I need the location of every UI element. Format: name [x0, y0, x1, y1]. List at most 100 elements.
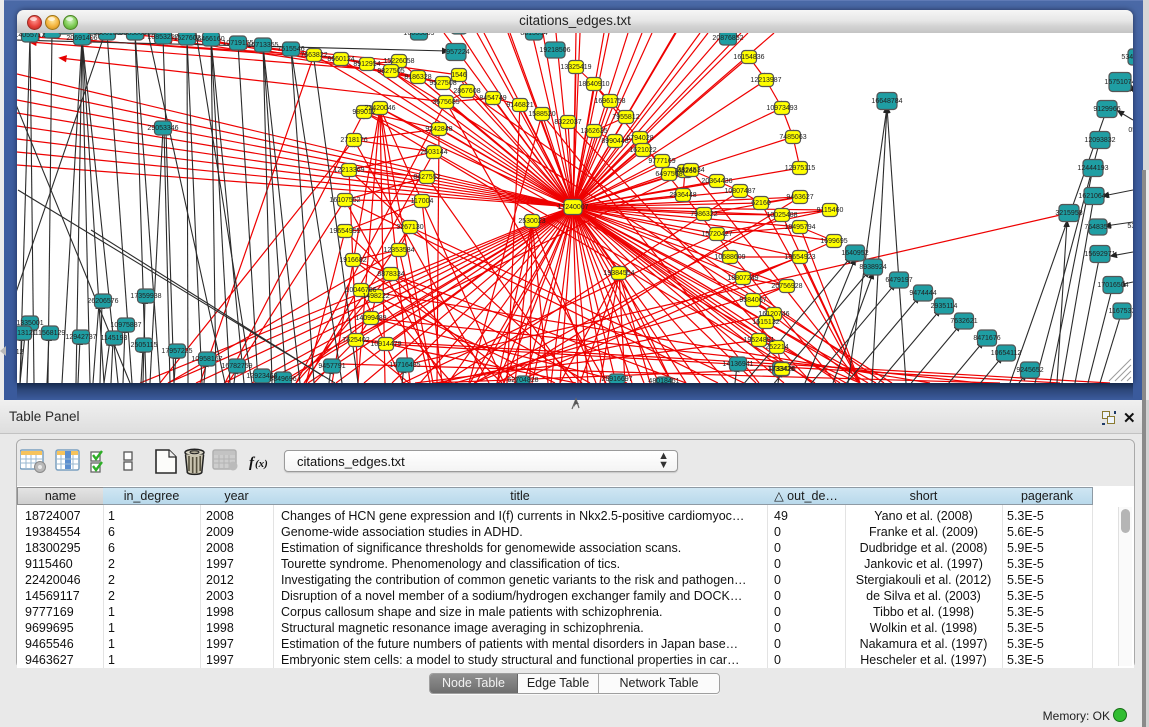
- svg-text:10433218: 10433218: [36, 33, 67, 35]
- svg-text:12444193: 12444193: [1077, 165, 1108, 172]
- svg-text:8990448: 8990448: [601, 138, 628, 145]
- svg-text:2505115: 2505115: [131, 342, 158, 349]
- svg-text:16154836: 16154836: [733, 54, 764, 61]
- svg-text:14136941: 14136941: [722, 361, 753, 368]
- svg-text:0564139: 0564139: [1128, 127, 1133, 134]
- svg-text:16033809: 16033809: [403, 33, 434, 37]
- svg-text:10025488: 10025488: [766, 212, 797, 219]
- svg-text:10807487: 10807487: [724, 188, 755, 195]
- svg-text:15716485: 15716485: [389, 362, 420, 369]
- svg-text:12213987: 12213987: [750, 77, 781, 84]
- svg-text:18807249: 18807249: [727, 275, 758, 282]
- svg-text:3215958: 3215958: [1055, 210, 1082, 217]
- svg-text:7648350: 7648350: [1084, 224, 1111, 231]
- svg-text:1546: 1546: [451, 72, 467, 79]
- svg-text:7955812: 7955812: [612, 114, 639, 121]
- svg-text:16120746: 16120746: [758, 311, 789, 318]
- svg-text:9146821: 9146821: [506, 102, 533, 109]
- svg-text:10973493: 10973493: [766, 105, 797, 112]
- svg-text:19524851: 19524851: [743, 337, 774, 344]
- svg-text:9777169: 9777169: [648, 158, 675, 165]
- svg-text:15720427: 15720427: [701, 231, 732, 238]
- svg-text:12353584: 12353584: [383, 247, 414, 254]
- svg-text:9384067: 9384067: [739, 297, 766, 304]
- svg-text:9129966: 9129966: [1093, 106, 1120, 113]
- svg-text:53419283: 53419283: [1121, 54, 1133, 61]
- svg-text:9115460: 9115460: [817, 207, 844, 214]
- svg-text:989012: 989012: [352, 109, 375, 116]
- svg-text:1640952: 1640952: [841, 250, 868, 257]
- svg-text:9827505: 9827505: [377, 68, 404, 75]
- svg-text:7632621: 7632621: [950, 318, 977, 325]
- svg-text:16648784: 16648784: [871, 98, 902, 105]
- svg-text:9242848: 9242848: [425, 126, 452, 133]
- svg-text:7663822: 7663822: [300, 52, 327, 59]
- svg-text:18495794: 18495794: [784, 224, 815, 231]
- svg-text:8849696: 8849696: [269, 376, 296, 383]
- svg-text:62160: 62160: [751, 200, 771, 207]
- svg-text:1335001: 1335001: [17, 320, 44, 327]
- svg-text:3267130: 3267130: [396, 224, 423, 231]
- svg-text:9527508: 9527508: [429, 80, 456, 87]
- svg-text:53767242: 53767242: [1127, 223, 1133, 230]
- svg-text:8186328: 8186328: [404, 74, 431, 81]
- svg-text:32871012: 32871012: [17, 349, 24, 356]
- svg-text:20364436: 20364436: [701, 178, 732, 185]
- svg-text:3675685: 3675685: [432, 99, 459, 106]
- svg-text:6466160: 6466160: [197, 36, 224, 43]
- svg-text:12093832: 12093832: [1084, 137, 1115, 144]
- svg-text:17240007: 17240007: [557, 204, 588, 211]
- svg-text:19218506: 19218506: [539, 47, 570, 54]
- svg-text:26206576: 26206576: [87, 298, 118, 305]
- svg-text:17957225: 17957225: [161, 348, 192, 355]
- svg-text:9600133: 9600133: [93, 33, 120, 37]
- svg-text:11568129: 11568129: [35, 330, 66, 337]
- svg-text:15751074: 15751074: [1104, 79, 1133, 86]
- svg-text:26916697: 26916697: [601, 376, 632, 383]
- svg-text:15226058: 15226058: [383, 58, 414, 65]
- svg-text:10958167: 10958167: [191, 356, 222, 363]
- svg-text:90838637: 90838637: [119, 33, 150, 37]
- svg-text:8471676: 8471676: [973, 335, 1000, 342]
- svg-text:17016504: 17016504: [1097, 282, 1128, 289]
- svg-text:17359938: 17359938: [130, 293, 161, 300]
- svg-text:20756928: 20756928: [771, 283, 802, 290]
- svg-text:2935114: 2935114: [931, 303, 958, 310]
- svg-text:13325419: 13325419: [560, 64, 591, 71]
- svg-text:1916682: 1916682: [339, 257, 366, 264]
- svg-text:19654955: 19654955: [329, 228, 360, 235]
- svg-text:3824534: 3824534: [677, 167, 704, 174]
- svg-text:29053346: 29053346: [147, 125, 178, 132]
- svg-text:7485063: 7485063: [779, 134, 806, 141]
- svg-text:1621022: 1621022: [629, 147, 656, 154]
- svg-text:12975115: 12975115: [785, 165, 816, 172]
- svg-text:1588520: 1588520: [528, 111, 555, 118]
- svg-text:1615132: 1615132: [752, 319, 779, 326]
- svg-text:8938924: 8938924: [859, 264, 886, 271]
- svg-text:1699695: 1699695: [820, 238, 847, 245]
- svg-text:20876852: 20876852: [712, 35, 743, 42]
- svg-text:16210643: 16210643: [1078, 193, 1109, 200]
- svg-text:9474444: 9474444: [909, 290, 936, 297]
- svg-text:1733426: 1733426: [768, 366, 795, 373]
- svg-text:1498222: 1498222: [362, 293, 389, 300]
- svg-text:9463627: 9463627: [786, 194, 813, 201]
- svg-text:10914479: 10914479: [370, 341, 401, 348]
- svg-text:2936448: 2936448: [669, 192, 696, 199]
- svg-text:2603144: 2603144: [420, 149, 447, 156]
- svg-text:9245652: 9245652: [1016, 367, 1043, 374]
- svg-text:14099489: 14099489: [355, 315, 386, 322]
- svg-text:19384554: 19384554: [603, 270, 634, 277]
- svg-text:1167533: 1167533: [1109, 308, 1133, 315]
- svg-text:2718176: 2718176: [340, 137, 367, 144]
- svg-text:9457791: 9457791: [318, 363, 345, 370]
- svg-text:1145193: 1145193: [101, 335, 128, 342]
- svg-text:(x): (x): [255, 458, 268, 470]
- svg-text:8454749: 8454749: [479, 95, 506, 102]
- svg-text:252214: 252214: [765, 344, 788, 351]
- svg-text:7625402: 7625402: [342, 337, 369, 344]
- svg-text:16107552: 16107552: [329, 197, 360, 204]
- svg-text:6479197: 6479197: [885, 277, 912, 284]
- svg-text:15692971: 15692971: [1084, 251, 1115, 258]
- svg-text:8660124: 8660124: [327, 56, 354, 63]
